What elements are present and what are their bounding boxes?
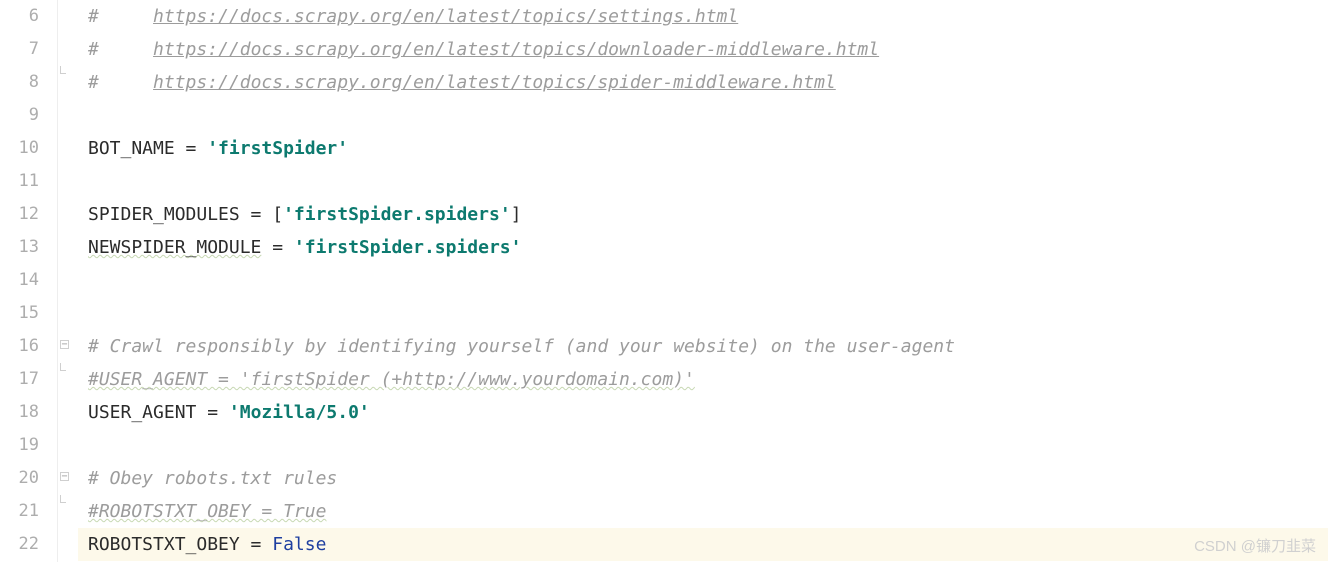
fold-end-icon <box>60 66 66 74</box>
fold-row <box>58 0 78 33</box>
token: [ <box>272 204 283 225</box>
token: 'firstSpider.spiders' <box>294 237 522 258</box>
code-line[interactable]: # https://docs.scrapy.org/en/latest/topi… <box>88 66 1328 99</box>
token: # Obey robots.txt rules <box>88 468 337 489</box>
line-number: 13 <box>0 231 39 264</box>
code-area[interactable]: # https://docs.scrapy.org/en/latest/topi… <box>78 0 1328 562</box>
token: #ROBOTSTXT_OBEY = True <box>88 501 326 522</box>
code-line[interactable]: NEWSPIDER_MODULE = 'firstSpider.spiders' <box>88 231 1328 264</box>
watermark: CSDN @镰刀韭菜 <box>1194 535 1316 556</box>
fold-end-icon <box>60 363 66 371</box>
line-number: 16 <box>0 330 39 363</box>
line-number: 6 <box>0 0 39 33</box>
token: ] <box>511 204 522 225</box>
token: = <box>261 237 294 258</box>
fold-end-icon <box>60 495 66 503</box>
fold-row <box>58 132 78 165</box>
fold-start-icon[interactable]: − <box>60 340 69 349</box>
fold-row <box>58 165 78 198</box>
line-number: 20 <box>0 462 39 495</box>
line-number: 17 <box>0 363 39 396</box>
fold-row <box>58 528 78 561</box>
fold-row <box>58 33 78 66</box>
code-line[interactable]: #ROBOTSTXT_OBEY = True <box>88 495 1328 528</box>
code-line[interactable]: # Obey robots.txt rules <box>88 462 1328 495</box>
line-number: 9 <box>0 99 39 132</box>
fold-row <box>58 264 78 297</box>
token: = <box>196 402 229 423</box>
code-line[interactable]: ROBOTSTXT_OBEY = False <box>88 528 1328 561</box>
code-line[interactable]: SPIDER_MODULES = ['firstSpider.spiders'] <box>88 198 1328 231</box>
line-number: 11 <box>0 165 39 198</box>
fold-row <box>58 429 78 462</box>
line-number: 10 <box>0 132 39 165</box>
code-line[interactable] <box>88 297 1328 330</box>
code-line[interactable] <box>88 264 1328 297</box>
line-number: 15 <box>0 297 39 330</box>
token: False <box>272 534 326 555</box>
token: NEWSPIDER_MODULE <box>88 237 261 258</box>
line-number: 19 <box>0 429 39 462</box>
line-number: 18 <box>0 396 39 429</box>
token: # Crawl responsibly by identifying yours… <box>88 336 955 357</box>
token: ROBOTSTXT_OBEY <box>88 534 240 555</box>
fold-row <box>58 363 78 396</box>
code-line[interactable]: #USER_AGENT = 'firstSpider (+http://www.… <box>88 363 1328 396</box>
fold-row <box>58 297 78 330</box>
fold-row: − <box>58 462 78 495</box>
fold-start-icon[interactable]: − <box>60 472 69 481</box>
token: https://docs.scrapy.org/en/latest/topics… <box>153 72 836 93</box>
code-line[interactable]: # https://docs.scrapy.org/en/latest/topi… <box>88 0 1328 33</box>
code-line[interactable]: # https://docs.scrapy.org/en/latest/topi… <box>88 33 1328 66</box>
code-line[interactable]: USER_AGENT = 'Mozilla/5.0' <box>88 396 1328 429</box>
token: = <box>240 534 273 555</box>
code-line[interactable] <box>88 99 1328 132</box>
fold-row <box>58 231 78 264</box>
fold-row <box>58 495 78 528</box>
code-line[interactable] <box>88 165 1328 198</box>
fold-row <box>58 198 78 231</box>
token: SPIDER_MODULES <box>88 204 240 225</box>
token: 'Mozilla/5.0' <box>229 402 370 423</box>
token: https://docs.scrapy.org/en/latest/topics… <box>153 39 879 60</box>
line-number: 7 <box>0 33 39 66</box>
token: #USER_AGENT = 'firstSpider (+http://www.… <box>88 369 695 390</box>
token: = <box>240 204 273 225</box>
line-number-gutter: 678910111213141516171819202122 <box>0 0 58 562</box>
token: 'firstSpider' <box>207 138 348 159</box>
line-number: 14 <box>0 264 39 297</box>
fold-row <box>58 99 78 132</box>
fold-row <box>58 66 78 99</box>
line-number: 21 <box>0 495 39 528</box>
token: # <box>88 6 153 27</box>
line-number: 22 <box>0 528 39 561</box>
token: # <box>88 72 153 93</box>
token: BOT_NAME <box>88 138 175 159</box>
token: # <box>88 39 153 60</box>
line-number: 8 <box>0 66 39 99</box>
token: https://docs.scrapy.org/en/latest/topics… <box>153 6 738 27</box>
fold-row: − <box>58 330 78 363</box>
token: 'firstSpider.spiders' <box>283 204 511 225</box>
line-number: 12 <box>0 198 39 231</box>
code-editor[interactable]: 678910111213141516171819202122 −− # http… <box>0 0 1328 562</box>
code-line[interactable]: BOT_NAME = 'firstSpider' <box>88 132 1328 165</box>
code-line[interactable]: # Crawl responsibly by identifying yours… <box>88 330 1328 363</box>
token: USER_AGENT <box>88 402 196 423</box>
code-line[interactable] <box>88 429 1328 462</box>
fold-row <box>58 396 78 429</box>
token: = <box>175 138 208 159</box>
fold-column[interactable]: −− <box>58 0 78 562</box>
